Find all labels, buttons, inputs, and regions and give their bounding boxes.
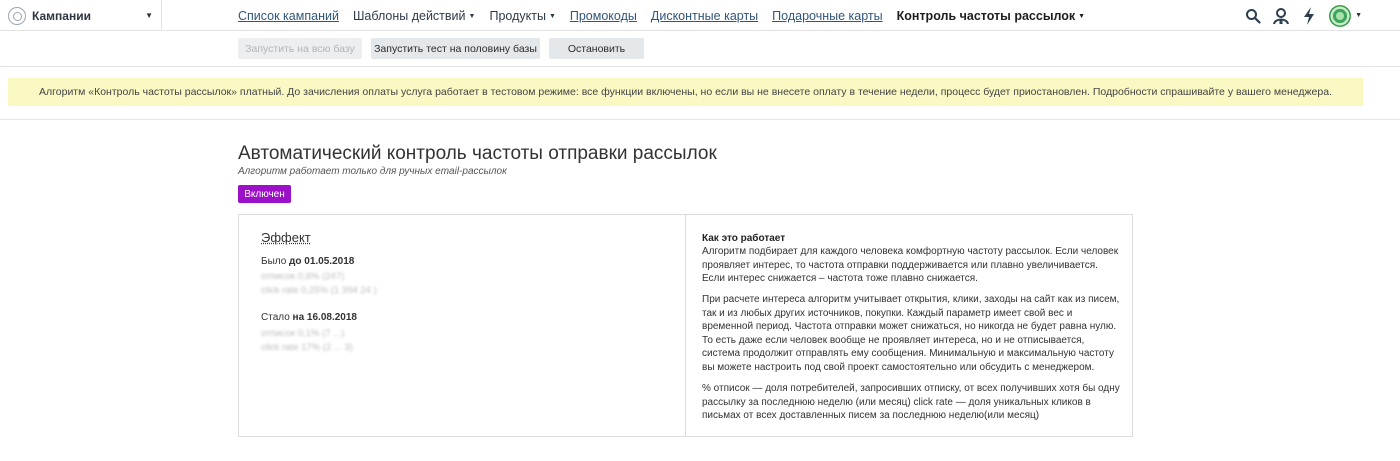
logo-icon <box>8 6 26 25</box>
how-paragraph-2: При расчете интереса алгоритм учитывает … <box>702 294 1120 373</box>
avatar[interactable] <box>1329 4 1352 27</box>
was-line: Было до 01.05.2018 <box>261 256 354 267</box>
header-icons: ▼ <box>1235 4 1362 27</box>
run-all-button[interactable]: Запустить на всю базу <box>238 38 362 59</box>
how-it-works-panel: Как это работает Алгоритм подбирает для … <box>687 215 1132 436</box>
action-bar: Запустить на всю базу Запустить тест на … <box>0 31 1400 67</box>
nav-products[interactable]: Продукты ▼ <box>489 9 555 23</box>
main-nav: Список кампаний Шаблоны действий ▼ Продук… <box>238 0 1099 31</box>
now-date: на 16.08.2018 <box>292 312 357 323</box>
section-selector[interactable]: Кампании ▼ <box>0 0 162 31</box>
how-paragraph-3: % отписок — доля потребителей, запросивш… <box>702 383 1120 421</box>
status-badge[interactable]: Включен <box>238 185 291 203</box>
nav-discount-cards[interactable]: Дисконтные карты <box>651 9 758 23</box>
chevron-down-icon: ▼ <box>548 12 556 20</box>
how-paragraph-1: Алгоритм подбирает для каждого человека … <box>702 246 1119 284</box>
banner-area: Алгоритм «Контроль частоты рассылок» пла… <box>0 68 1400 120</box>
nav-campaign-list[interactable]: Список кампаний <box>238 9 339 23</box>
chevron-down-icon[interactable]: ▼ <box>1355 12 1362 19</box>
now-unsub-metric: отписок 0,1% (7 ...) <box>261 328 345 339</box>
payment-warning-banner: Алгоритм «Контроль частоты рассылок» пла… <box>8 78 1363 106</box>
page-title: Автоматический контроль частоты отправки… <box>238 143 717 164</box>
was-prefix: Было <box>261 256 287 267</box>
top-bar: Кампании ▼ Список кампаний Шаблоны дейст… <box>0 0 1400 31</box>
effect-title[interactable]: Эффект <box>261 230 311 245</box>
nav-frequency-control[interactable]: Контроль частоты рассылок ▼ <box>897 9 1085 23</box>
now-line: Стало на 16.08.2018 <box>261 312 357 323</box>
run-half-button[interactable]: Запустить тест на половину базы <box>371 38 540 59</box>
how-it-works-title: Как это работает <box>702 233 786 244</box>
effect-panel: Эффект Было до 01.05.2018 отписок 0,6% (… <box>239 215 686 436</box>
chevron-down-icon: ▼ <box>468 12 476 20</box>
nav-action-templates-label: Шаблоны действий <box>352 8 466 23</box>
nav-action-templates[interactable]: Шаблоны действий ▼ <box>353 9 476 23</box>
now-click-metric: click rate 17% (2 ... 3) <box>261 342 353 353</box>
now-prefix: Стало <box>261 312 290 323</box>
was-date: до 01.05.2018 <box>289 256 355 267</box>
nav-promocodes[interactable]: Промокоды <box>570 9 637 23</box>
nav-gift-cards[interactable]: Подарочные карты <box>772 9 882 23</box>
chevron-down-icon: ▼ <box>1078 12 1086 20</box>
page-subtitle: Алгоритм работает только для ручных emai… <box>238 166 507 177</box>
chevron-down-icon: ▼ <box>145 11 153 20</box>
user-support-icon[interactable] <box>1271 6 1291 26</box>
was-unsub-metric: отписок 0,6% (247) <box>261 271 345 282</box>
stop-button[interactable]: Остановить <box>549 38 644 59</box>
nav-products-label: Продукты <box>489 8 546 23</box>
search-icon[interactable] <box>1243 6 1263 26</box>
was-click-metric: click rate 0,25% (1 394 24 ) <box>261 285 377 296</box>
lightning-icon[interactable] <box>1299 6 1319 26</box>
nav-frequency-control-label: Контроль частоты рассылок <box>896 8 1076 23</box>
section-selector-label: Кампании <box>32 8 91 23</box>
info-card: Эффект Было до 01.05.2018 отписок 0,6% (… <box>238 214 1133 437</box>
